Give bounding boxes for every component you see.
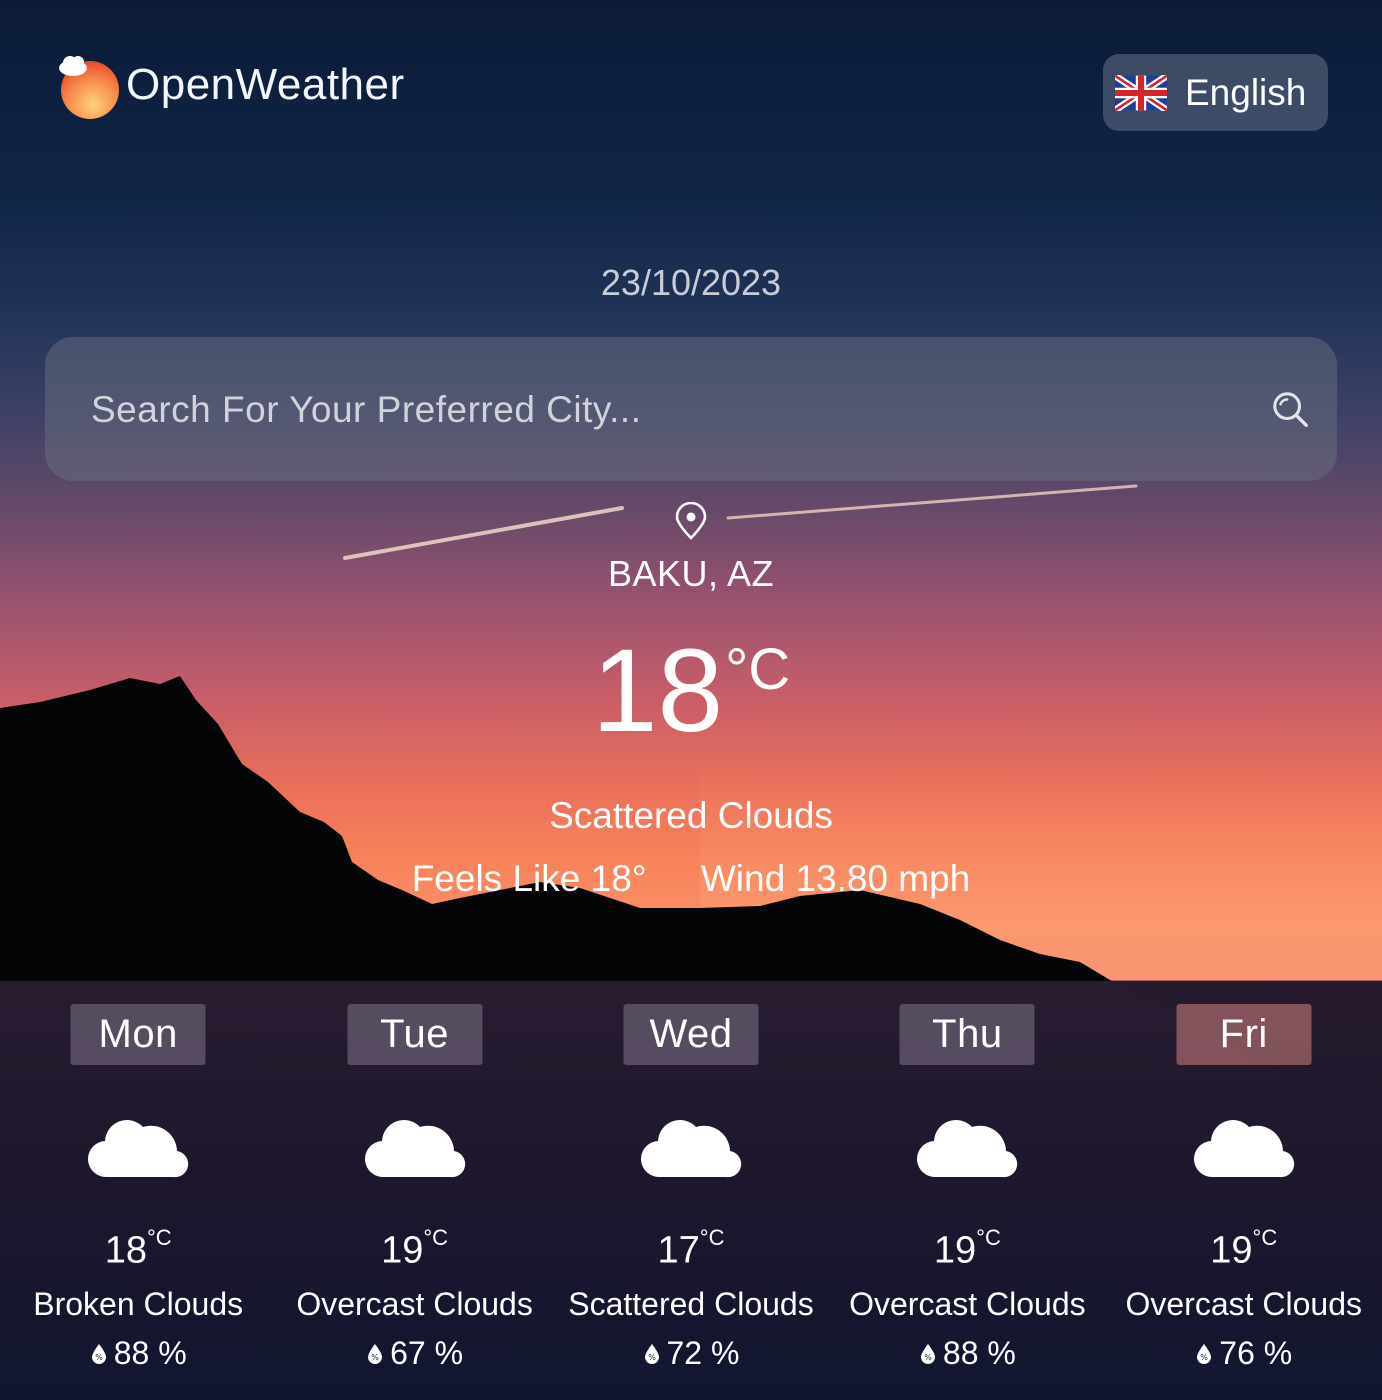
feels-like: Feels Like 18° [411,858,647,899]
day-temperature: 17°C [657,1225,725,1272]
forecast-day[interactable]: Fri 19°C Overcast Clouds % 76 % [1106,981,1382,1400]
search-input[interactable] [89,371,1243,449]
svg-text:%: % [95,1353,103,1362]
day-label: Mon [70,1004,206,1065]
cloud-icon [364,1120,465,1178]
day-humidity: % 88 % [0,1335,276,1372]
day-humidity: % 67 % [276,1335,552,1372]
svg-text:%: % [648,1353,656,1362]
day-label: Thu [899,1004,1035,1065]
location-pin-icon [675,502,707,540]
language-selector[interactable]: English [1103,54,1328,131]
day-condition: Overcast Clouds [1125,1286,1363,1322]
current-temperature: 18°C [0,632,1382,750]
weather-details: Feels Like 18° Wind 13.80 mph [0,858,1382,900]
humidity-drop-icon: % [1197,1343,1212,1364]
svg-text:%: % [924,1353,932,1362]
cloud-icon [640,1120,742,1178]
day-label: Fri [1176,1004,1312,1065]
day-condition: Broken Clouds [33,1286,244,1322]
temperature-unit: °C [725,637,791,702]
day-humidity: % 76 % [1106,1335,1382,1372]
forecast-day[interactable]: Tue 19°C Overcast Clouds % 67 % [276,981,552,1400]
app-logo[interactable]: OpenWeather [56,54,405,120]
day-temperature: 19°C [933,1225,1001,1272]
forecast-day[interactable]: Thu 19°C Overcast Clouds % 88 % [829,981,1105,1400]
uk-flag-icon [1115,74,1167,111]
humidity-drop-icon: % [91,1343,106,1364]
day-humidity: % 72 % [553,1335,829,1372]
search-icon[interactable] [1271,390,1309,428]
day-label: Tue [347,1004,483,1065]
svg-text:%: % [371,1353,379,1362]
wind-speed: Wind 13.80 mph [700,858,971,899]
day-condition: Overcast Clouds [849,1286,1086,1322]
cloud-icon [917,1120,1018,1178]
day-temperature: 19°C [1210,1225,1278,1272]
city-name: BAKU, AZ [607,553,775,594]
svg-text:%: % [1200,1353,1208,1362]
temperature-value: 18 [591,625,724,757]
logo-text: OpenWeather [126,60,405,109]
search-bar [45,337,1337,481]
cloud-icon [88,1120,189,1178]
day-temperature: 19°C [381,1225,449,1272]
day-temperature: 18°C [104,1225,172,1272]
forecast-list: Mon 18°C Broken Clouds % 88 % Tue 19°C O… [0,981,1382,1400]
forecast-day[interactable]: Wed 17°C Scattered Clouds % 72 % [553,981,829,1400]
current-condition: Scattered Clouds [549,795,833,836]
language-label: English [1185,71,1307,113]
cloud-icon [1193,1120,1294,1178]
humidity-drop-icon: % [644,1343,659,1364]
day-condition: Overcast Clouds [296,1286,533,1322]
day-condition: Scattered Clouds [568,1286,814,1322]
humidity-drop-icon: % [368,1343,383,1364]
day-humidity: % 88 % [829,1335,1105,1372]
forecast-day[interactable]: Mon 18°C Broken Clouds % 88 % [0,981,276,1400]
day-label: Wed [623,1004,759,1065]
humidity-drop-icon: % [920,1343,935,1364]
current-date: 23/10/2023 [600,262,782,303]
sun-cloud-logo-icon [59,56,119,119]
